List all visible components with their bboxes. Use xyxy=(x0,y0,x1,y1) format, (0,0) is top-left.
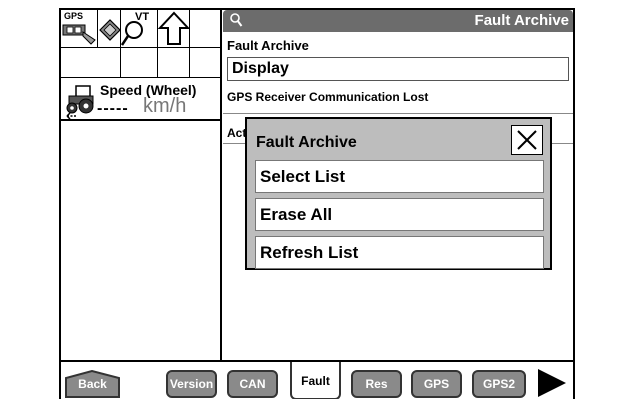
fault-archive-dialog: Fault Archive Select List Erase All Refr… xyxy=(245,117,552,270)
speed-value: ----- xyxy=(97,100,129,117)
virtual-terminal-icon[interactable]: VT xyxy=(121,10,158,48)
refresh-list-button[interactable]: Refresh List xyxy=(255,236,544,269)
tab-gps[interactable]: GPS xyxy=(411,370,462,398)
tractor-icon xyxy=(66,85,94,120)
title-bar: Fault Archive xyxy=(223,10,573,32)
back-button[interactable]: Back xyxy=(65,370,120,398)
section-control-icon[interactable] xyxy=(98,10,121,48)
close-button[interactable] xyxy=(511,125,543,155)
select-list-button[interactable]: Select List xyxy=(255,160,544,193)
close-icon xyxy=(517,130,537,150)
speed-unit: km/h xyxy=(143,95,187,117)
empty-slot xyxy=(190,10,222,48)
archive-label: Fault Archive xyxy=(227,38,309,53)
tab-can[interactable]: CAN xyxy=(227,370,278,398)
empty-slot xyxy=(158,48,190,78)
icon-row-secondary xyxy=(61,48,222,78)
speed-readout: Speed (Wheel) ----- km/h xyxy=(61,79,222,121)
up-arrow-icon[interactable] xyxy=(158,10,190,48)
empty-slot xyxy=(121,48,158,78)
tab-version[interactable]: Version xyxy=(166,370,217,398)
page-title: Fault Archive xyxy=(474,12,569,29)
bottom-bar: Back Version CAN Fault Res GPS GPS2 xyxy=(61,360,573,399)
tab-res[interactable]: Res xyxy=(351,370,402,398)
fault-entry[interactable]: GPS Receiver Communication Lost xyxy=(223,87,573,114)
magnifier-icon xyxy=(230,13,243,27)
left-pane: GPS VT Speed (Wheel) ----- km/h xyxy=(61,10,222,360)
gps-receiver-icon[interactable]: GPS xyxy=(61,10,98,48)
dialog-title: Fault Archive xyxy=(256,134,357,151)
next-arrow-icon[interactable] xyxy=(534,366,570,399)
erase-all-button[interactable]: Erase All xyxy=(255,198,544,231)
display-select[interactable]: Display xyxy=(227,57,569,81)
empty-slot xyxy=(61,48,121,78)
tab-gps2[interactable]: GPS2 xyxy=(472,370,526,398)
tab-fault[interactable]: Fault xyxy=(290,362,341,399)
